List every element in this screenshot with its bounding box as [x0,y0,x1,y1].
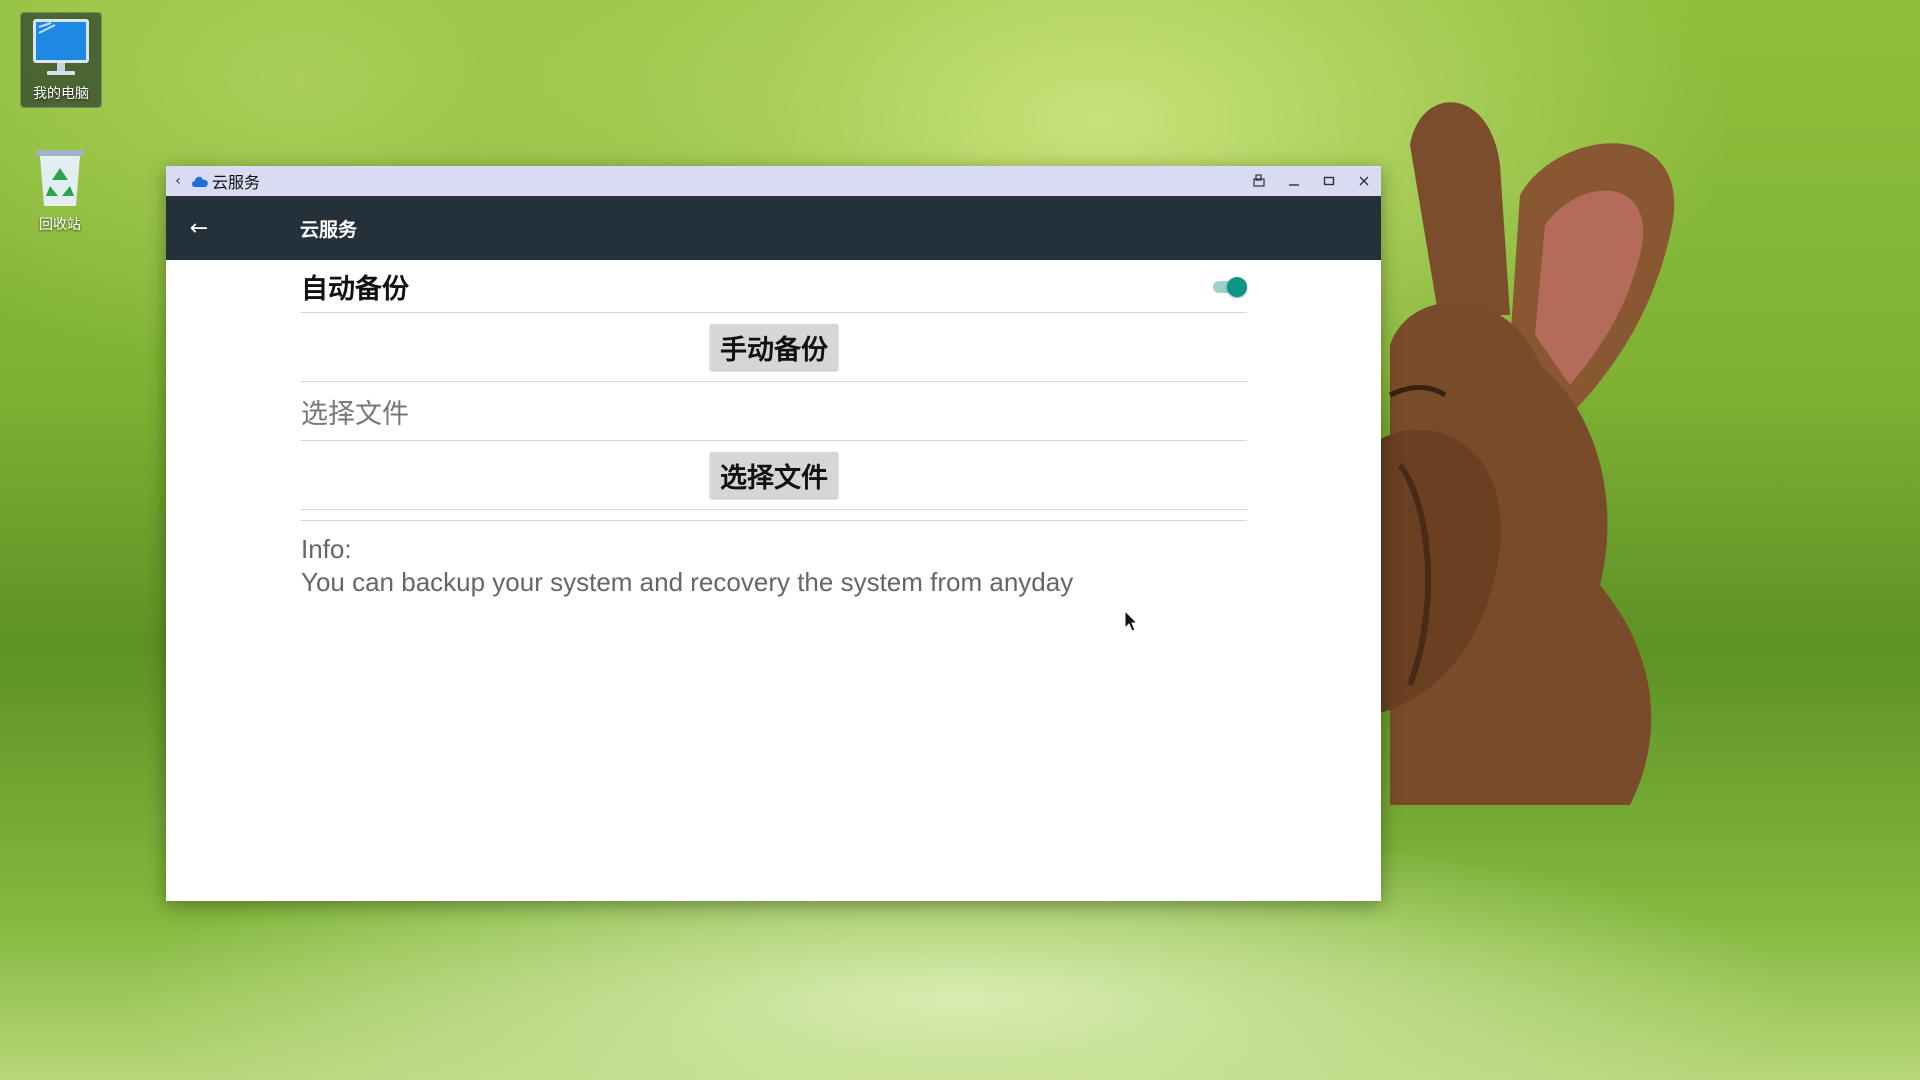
window-titlebar[interactable]: ‹ 云服务 [166,166,1381,196]
divider [301,510,1247,521]
rotate-icon[interactable] [1241,166,1276,196]
minimize-icon[interactable] [1276,166,1311,196]
chevron-left-icon[interactable]: ‹ [166,173,190,189]
select-file-button[interactable]: 选择文件 [710,452,838,498]
page-title: 云服务 [300,218,358,241]
desktop-icon-recycle-bin[interactable]: 回收站 [20,142,100,238]
cloud-service-window: ‹ 云服务 ← 云服务 自动备份 手动备份 选择文件 选择文件 Info: Yo… [166,166,1381,901]
maximize-icon[interactable] [1311,166,1346,196]
close-icon[interactable] [1346,166,1381,196]
desktop-icon-my-computer[interactable]: 我的电脑 [20,12,102,108]
arrow-left-icon[interactable]: ← [166,216,230,241]
auto-backup-row: 自动备份 [301,260,1247,313]
mouse-cursor-icon [1124,610,1139,632]
toggle-thumb [1227,277,1247,297]
settings-content: 自动备份 手动备份 选择文件 选择文件 Info: You can backup… [166,260,1247,599]
info-section: Info: You can backup your system and rec… [301,521,1247,599]
info-text: You can backup your system and recovery … [301,567,1074,597]
select-file-button-row: 选择文件 [301,441,1247,510]
auto-backup-toggle[interactable] [1213,274,1247,298]
desktop-icon-label: 我的电脑 [33,86,89,102]
desktop: 我的电脑 回收站 ‹ 云服务 ← 云服务 自动备份 手动备份 选择文件 选择文件… [0,0,1920,1080]
rabbit-wallpaper [1370,102,1675,805]
select-file-label: 选择文件 [301,398,409,430]
manual-backup-row: 手动备份 [301,313,1247,382]
desktop-icon-label: 回收站 [39,217,81,233]
app-toolbar: ← 云服务 [166,196,1381,260]
window-title: 云服务 [212,173,261,192]
cloud-icon [192,176,208,187]
manual-backup-button[interactable]: 手动备份 [710,324,838,370]
select-file-row: 选择文件 [301,382,1247,441]
computer-icon [33,19,89,75]
info-title: Info: [301,534,352,564]
recycle-bin-icon [36,150,84,206]
auto-backup-label: 自动备份 [301,273,409,305]
